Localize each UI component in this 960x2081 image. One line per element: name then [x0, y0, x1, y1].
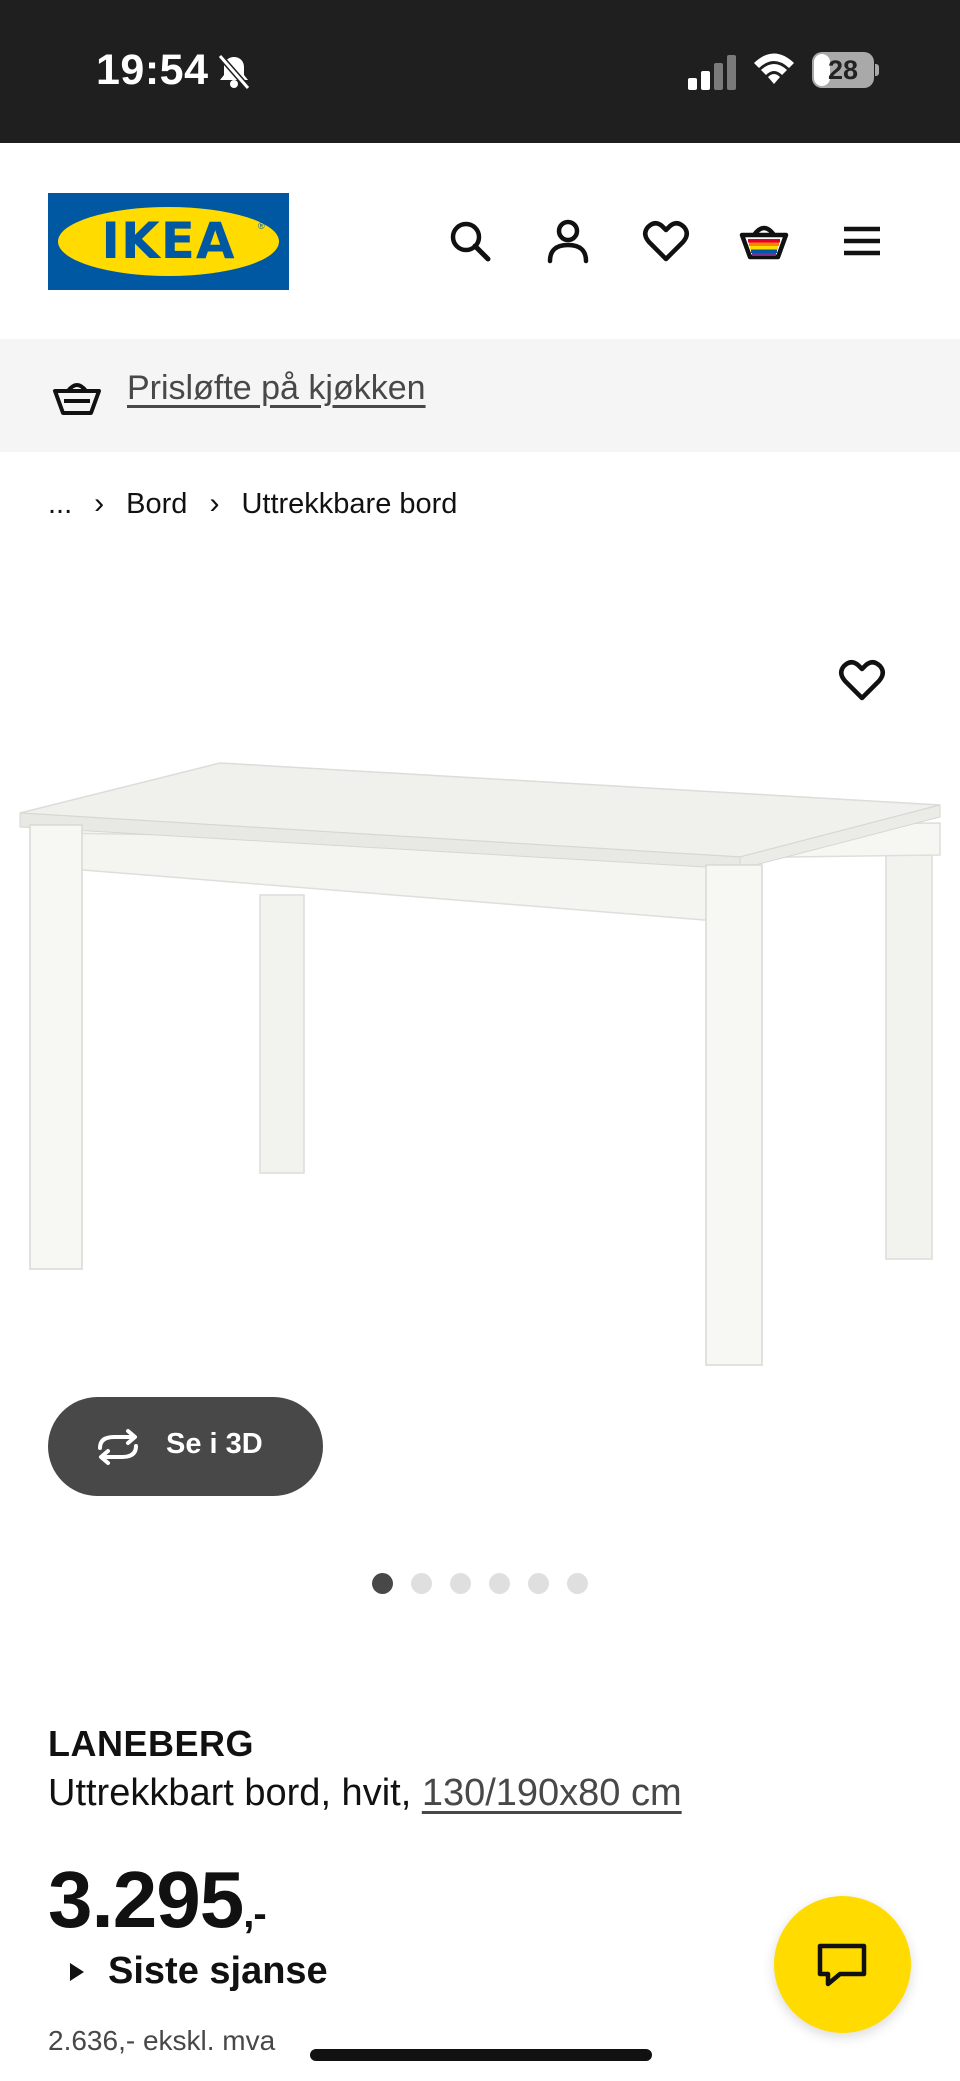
breadcrumb-item-uttrekkbare-bord[interactable]: Uttrekkbare bord: [241, 488, 457, 521]
favorite-heart-icon[interactable]: [836, 654, 888, 706]
ikea-logo[interactable]: IKEA ®: [48, 193, 289, 290]
status-bar: 19:54 28: [0, 0, 960, 143]
chevron-right-icon: ›: [94, 487, 105, 520]
account-icon[interactable]: [542, 215, 594, 267]
product-image[interactable]: [0, 745, 960, 1385]
menu-icon[interactable]: [836, 215, 888, 267]
bell-slash-icon: [217, 54, 251, 90]
view-in-3d-button[interactable]: Se i 3D: [48, 1397, 323, 1496]
search-icon[interactable]: [444, 215, 496, 267]
site-header: IKEA ®: [0, 143, 960, 339]
last-chance-toggle[interactable]: Siste sjanse: [70, 1950, 328, 1993]
breadcrumb: ... › Bord › Uttrekkbare bord: [48, 484, 457, 524]
price-ex-vat: 2.636,- ekskl. mva: [48, 2025, 276, 2056]
price-main: 3.295: [48, 1855, 244, 1944]
chat-button[interactable]: [774, 1896, 911, 2033]
wifi-icon: [754, 53, 794, 84]
breadcrumb-ellipsis[interactable]: ...: [48, 488, 72, 521]
signal-icon: [688, 55, 736, 90]
product-name: LANEBERG: [48, 1723, 255, 1764]
logo-text: IKEA: [101, 212, 236, 270]
product-description-text: Uttrekkbart bord, hvit,: [48, 1772, 422, 1814]
product-description: Uttrekkbart bord, hvit, 130/190x80 cm: [48, 1772, 682, 1815]
carousel-dots: [372, 1573, 588, 1595]
promo-banner: Prisløfte på kjøkken: [0, 339, 960, 452]
carousel-dot[interactable]: [411, 1573, 432, 1594]
status-time: 19:54: [96, 46, 209, 94]
battery-icon: 28: [812, 52, 879, 88]
basket-icon[interactable]: [738, 215, 790, 267]
chevron-right-icon: ›: [209, 487, 220, 520]
view-in-3d-label: Se i 3D: [166, 1428, 263, 1460]
basket-icon: [53, 383, 101, 415]
heart-icon[interactable]: [640, 215, 692, 267]
rotate-3d-icon: [98, 1429, 138, 1465]
carousel-dot[interactable]: [450, 1573, 471, 1594]
breadcrumb-item-bord[interactable]: Bord: [126, 488, 187, 521]
carousel-dot[interactable]: [372, 1573, 393, 1594]
product-price: 3.295,-: [48, 1855, 267, 1959]
promo-link[interactable]: Prisløfte på kjøkken: [127, 369, 426, 408]
carousel-dot[interactable]: [528, 1573, 549, 1594]
price-suffix: ,-: [243, 1892, 266, 1936]
home-indicator: [310, 2049, 652, 2061]
carousel-dot[interactable]: [567, 1573, 588, 1594]
carousel-dot[interactable]: [489, 1573, 510, 1594]
last-chance-label: Siste sjanse: [108, 1950, 328, 1992]
chat-icon: [817, 1943, 867, 1987]
battery-level: 28: [827, 55, 859, 85]
product-size-link[interactable]: 130/190x80 cm: [422, 1772, 682, 1814]
caret-right-icon: [70, 1962, 84, 1981]
